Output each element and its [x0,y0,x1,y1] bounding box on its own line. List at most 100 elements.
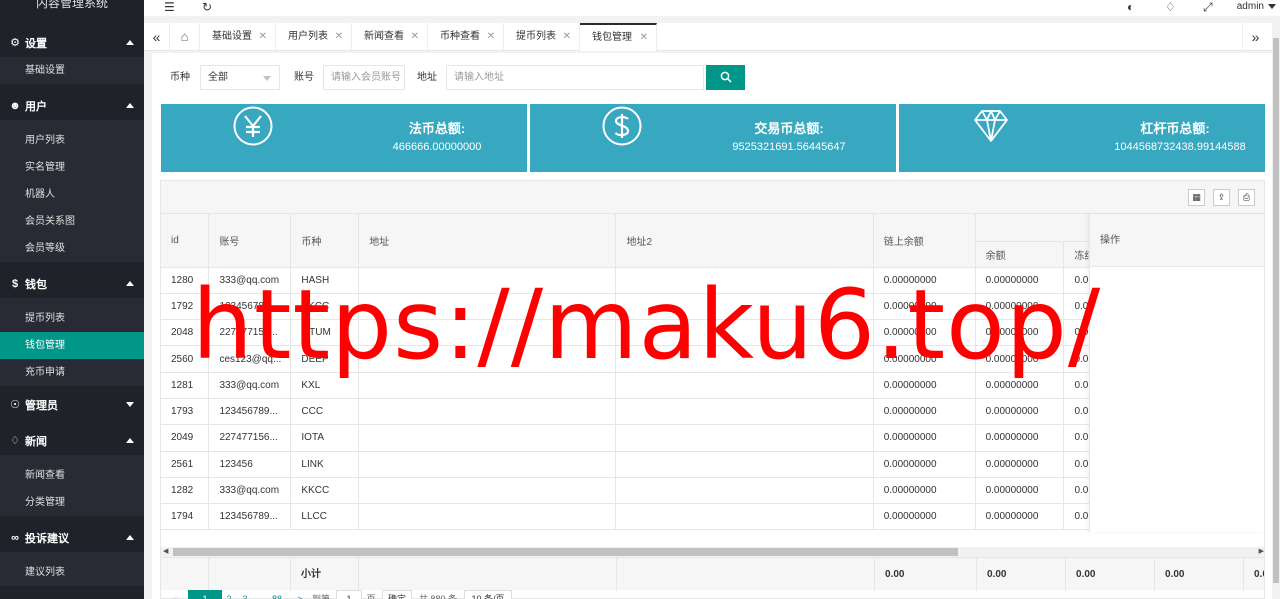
scrollbar-thumb[interactable] [1273,38,1279,583]
coin-select[interactable]: 全部 [200,65,280,90]
tab-withdraw-list[interactable]: 提币列表 ✕ [504,23,580,51]
stat-label: 杠杆币总额: [1140,121,1210,136]
col-id[interactable]: id [161,214,210,268]
cell-balance: 0.00000000 [975,503,1065,531]
app-title: 内容管理系统 [35,0,108,10]
tab-news-view[interactable]: 新闻查看 ✕ [352,23,428,51]
gear-icon: ⚙ [10,37,20,49]
sidebar-item-suggestion-list[interactable]: 建议列表 [0,559,144,586]
cell-chain-balance: 0.00000000 [873,398,976,426]
col-balance[interactable]: 余额 [975,241,1065,268]
close-icon[interactable]: ✕ [259,23,267,51]
menu-toggle-icon[interactable]: ☰ [164,0,175,14]
diamond-icon [974,110,1008,142]
close-icon[interactable]: ✕ [411,23,419,51]
scroll-left-icon[interactable]: ◀ [163,547,168,557]
close-icon[interactable]: ✕ [487,23,495,51]
total-value: 0.00 [1155,558,1244,591]
cell-id: 1280 [161,267,210,294]
cell-address2 [615,345,874,373]
tabs-next-icon[interactable]: » [1242,23,1268,51]
sidebar-group-wallet[interactable]: $ 钱包 [0,269,144,298]
sidebar-item-robot[interactable]: 机器人 [0,181,144,208]
sidebar-item-user-list[interactable]: 用户列表 [0,127,144,154]
sidebar-group-admin[interactable]: ☉ 管理员 [0,390,144,419]
sidebar-item-category-manage[interactable]: 分类管理 [0,489,144,516]
tab-wallet-manage[interactable]: 钱包管理 ✕ [580,23,657,51]
cell-account: 123456789... [208,398,292,426]
sidebar-group-users[interactable]: ☻ 用户 [0,91,144,120]
theme-icon[interactable]: ◐ [1127,0,1134,14]
next-page-button[interactable]: > [292,590,308,599]
cell-chain-balance: 0.00000000 [873,345,976,373]
total-row: 小计 0.00 0.00 0.00 0.00 0.0 [161,557,1264,591]
tab-coin-view[interactable]: 币种查看 ✕ [428,23,504,51]
close-icon[interactable]: ✕ [563,23,571,51]
col-address2[interactable]: 地址2 [615,214,874,268]
sidebar-group-feedback[interactable]: ∞ 投诉建议 [0,523,144,552]
close-icon[interactable]: ✕ [335,23,343,51]
scroll-right-icon[interactable]: ▶ [1259,547,1264,557]
page-size-select[interactable]: 10 条/页 [464,590,512,599]
print-icon[interactable]: ⎙ [1238,189,1255,206]
cell-address [358,424,617,452]
col-chain-balance[interactable]: 链上余额 [873,214,976,268]
home-icon[interactable]: ⌂ [170,23,200,51]
sidebar-group-news[interactable]: ♢ 新闻 [0,426,144,455]
goto-confirm-button[interactable]: 确定 [382,590,412,599]
col-account[interactable]: 账号 [208,214,292,268]
account-label: 账号 [294,72,314,83]
coin-select-value: 全部 [208,72,228,83]
tab-basic-settings[interactable]: 基础设置 ✕ [200,23,276,51]
cell-id: 1282 [161,477,210,505]
stat-card-trade: 交易币总额: 9525321691.56445647 [530,104,896,172]
sidebar-item-deposit-apply[interactable]: 充币申请 [0,359,144,386]
cell-id: 1792 [161,293,210,321]
sidebar-item-realname[interactable]: 实名管理 [0,154,144,181]
col-coin[interactable]: 币种 [290,214,360,268]
sidebar-item-news-view[interactable]: 新闻查看 [0,462,144,489]
tag-icon[interactable]: ♢ [1165,0,1176,14]
sidebar-item-withdraw-list[interactable]: 提币列表 [0,305,144,332]
cell-id: 1793 [161,398,210,426]
fullscreen-icon[interactable]: ⤢ [1203,0,1213,14]
total-value: 0.00 [977,558,1066,591]
cell-coin: KKCC [290,477,360,505]
tabs-prev-icon[interactable]: « [144,23,170,51]
scrollbar-thumb[interactable] [173,548,958,556]
tab-user-list[interactable]: 用户列表 ✕ [276,23,352,51]
prev-page-button[interactable]: < [166,590,184,599]
cell-id: 2560 [161,345,210,373]
page-88[interactable]: 88 [268,590,286,599]
sidebar-item-member-graph[interactable]: 会员关系图 [0,208,144,235]
cell-address [358,503,617,531]
address-input[interactable]: 请输入地址 [446,65,704,90]
cell-account: 123456789... [208,293,292,321]
export-icon[interactable]: ⇪ [1213,189,1230,206]
vertical-scrollbar[interactable] [1272,22,1280,599]
columns-icon[interactable]: ▦ [1188,189,1205,206]
sidebar-group-settings[interactable]: ⚙ 设置 [0,28,144,57]
sidebar-item-member-level[interactable]: 会员等级 [0,235,144,262]
address-label: 地址 [417,72,437,83]
sidebar-item-basic-settings[interactable]: 基础设置 [0,57,144,84]
refresh-icon[interactable]: ↻ [202,0,212,14]
user-menu[interactable]: admin [1237,0,1276,14]
close-icon[interactable]: ✕ [640,25,648,51]
sidebar-item-wallet-manage[interactable]: 钱包管理 [0,332,144,359]
goto-page-input[interactable]: 1 [336,590,362,599]
horizontal-scrollbar[interactable]: ◀ ▶ [161,547,1264,557]
cell-id: 1281 [161,372,210,399]
cell-coin: IOTA [290,424,360,452]
page-3[interactable]: 3 [238,590,252,599]
chevron-down-icon [1268,3,1276,9]
account-input[interactable]: 请输入会员账号 [323,65,405,90]
total-value: 0.00 [875,558,977,591]
cell-balance: 0.00000000 [975,477,1065,505]
cell-address2 [615,424,874,452]
page-1[interactable]: 1 [188,590,222,599]
stat-label: 法币总额: [408,121,466,136]
page-2[interactable]: 2 [222,590,236,599]
search-button[interactable] [706,65,745,90]
col-address[interactable]: 地址 [358,214,617,268]
